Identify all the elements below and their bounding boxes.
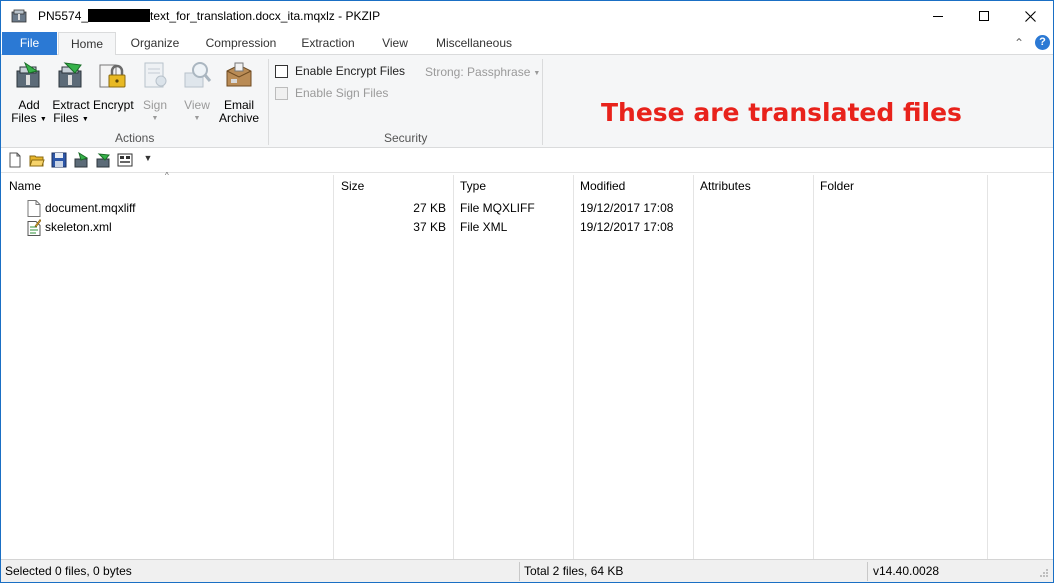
dropdown-arrow-icon: ▼	[39, 116, 47, 123]
ribbon-group-divider	[542, 59, 543, 145]
email-archive-button[interactable]: Email Archive	[217, 59, 261, 125]
title-suffix: text_for_translation.docx_ita.mqxlz - PK…	[150, 9, 381, 23]
extract-archive-icon[interactable]	[95, 152, 111, 168]
extract-files-label-line2: Files ▼	[51, 112, 91, 126]
file-modified: 19/12/2017 17:08	[580, 220, 674, 234]
email-archive-box-icon	[226, 62, 252, 87]
encrypt-lock-icon	[99, 64, 126, 88]
enable-encrypt-files-checkbox[interactable]: Enable Encrypt Files	[275, 64, 405, 78]
extract-files-button[interactable]: Extract Files ▼	[51, 59, 91, 126]
maximize-button[interactable]	[961, 1, 1007, 31]
enable-sign-files-checkbox[interactable]: Enable Sign Files	[275, 86, 388, 100]
extract-files-icon	[58, 62, 82, 88]
status-selected: Selected 0 files, 0 bytes	[5, 564, 132, 578]
tab-extraction[interactable]: Extraction	[293, 32, 363, 55]
ribbon-home-panel: Add Files ▼ Extract Files ▼ Encrypt Sign…	[1, 55, 1053, 148]
dropdown-arrow-icon: ▼	[193, 115, 201, 122]
dropdown-arrow-icon: ▼	[81, 116, 89, 123]
encrypt-button[interactable]: Encrypt	[93, 59, 134, 112]
sort-ascending-icon: ^	[165, 171, 169, 180]
properties-icon[interactable]	[117, 152, 133, 168]
annotation-text: These are translated files	[601, 98, 962, 127]
file-list-header: ^ Name Size Type Modified Attributes Fol…	[1, 171, 1053, 197]
pkzip-window: PN5574_ text_for_translation.docx_ita.mqx…	[0, 0, 1054, 583]
file-row[interactable]: skeleton.xml 37 KB File XML 19/12/2017 1…	[1, 218, 1053, 237]
file-type: File XML	[460, 220, 508, 234]
encryption-strength-dropdown[interactable]: Strong: Passphrase ▼	[425, 65, 540, 79]
status-divider	[519, 562, 520, 581]
title-bar: PN5574_ text_for_translation.docx_ita.mqx…	[1, 1, 1053, 32]
extract-files-label-text: Files	[53, 111, 79, 125]
minimize-button[interactable]	[915, 1, 961, 31]
file-type: File MQXLIFF	[460, 201, 535, 215]
sign-label: Sign	[142, 98, 168, 112]
file-name: skeleton.xml	[45, 220, 112, 234]
column-header-size[interactable]: Size	[333, 175, 364, 197]
tab-compression[interactable]: Compression	[197, 32, 285, 55]
status-divider	[867, 562, 868, 581]
add-files-label-line2: Files ▼	[9, 112, 49, 126]
close-icon	[1024, 10, 1036, 22]
tab-file[interactable]: File	[2, 32, 57, 55]
enable-sign-files-label: Enable Sign Files	[295, 86, 389, 100]
email-archive-label-line2: Archive	[218, 111, 259, 125]
column-header-type[interactable]: Type	[452, 175, 486, 197]
title-prefix: PN5574_	[38, 9, 89, 23]
file-size: 37 KB	[413, 220, 446, 234]
save-disk-icon[interactable]	[51, 152, 67, 168]
sign-button[interactable]: Sign ▼	[135, 59, 175, 125]
add-files-button[interactable]: Add Files ▼	[9, 59, 49, 126]
xml-document-icon	[27, 219, 41, 236]
file-row[interactable]: document.mqxliff 27 KB File MQXLIFF 19/1…	[1, 199, 1053, 218]
status-version: v14.40.0028	[873, 564, 940, 578]
column-header-folder[interactable]: Folder	[812, 175, 854, 197]
file-name: document.mqxliff	[45, 201, 136, 215]
window-title: PN5574_ text_for_translation.docx_ita.mqx…	[38, 9, 380, 23]
minimize-icon	[933, 15, 943, 17]
redaction-box	[88, 9, 151, 22]
file-size: 27 KB	[413, 201, 446, 215]
enable-encrypt-files-label: Enable Encrypt Files	[295, 64, 406, 78]
add-files-label-text: Files	[11, 111, 37, 125]
view-label: View	[184, 98, 210, 112]
quick-access-toolbar: ▼	[1, 148, 1053, 173]
status-bar: Selected 0 files, 0 bytes Total 2 files,…	[1, 559, 1053, 582]
column-header-name[interactable]: Name	[1, 175, 41, 197]
checkbox-box[interactable]	[275, 86, 288, 100]
blank-document-icon	[27, 200, 41, 217]
collapse-ribbon-chevron-icon[interactable]: ⌃	[1014, 36, 1024, 50]
actions-group-label: Actions	[115, 131, 155, 145]
tab-view[interactable]: View	[374, 32, 416, 55]
add-to-archive-icon[interactable]	[73, 152, 89, 168]
add-files-icon	[16, 61, 40, 88]
checkbox-box[interactable]	[275, 64, 288, 78]
view-magnifier-icon	[184, 62, 212, 88]
resize-grip-icon[interactable]	[1039, 568, 1049, 578]
maximize-icon	[979, 11, 989, 21]
close-button[interactable]	[1007, 1, 1053, 31]
encryption-strength-value: Strong: Passphrase	[425, 65, 531, 79]
security-group-label: Security	[384, 131, 428, 145]
pkzip-app-icon	[11, 9, 27, 23]
view-button[interactable]: View ▼	[177, 59, 217, 125]
tab-organize[interactable]: Organize	[121, 32, 189, 55]
tab-home[interactable]: Home	[58, 32, 116, 56]
column-header-attributes[interactable]: Attributes	[692, 175, 751, 197]
new-document-icon[interactable]	[7, 152, 23, 168]
dropdown-arrow-icon: ▼	[533, 70, 541, 77]
tab-miscellaneous[interactable]: Miscellaneous	[429, 32, 519, 55]
customize-toolbar-chevron-icon[interactable]: ▼	[142, 153, 154, 169]
open-folder-icon[interactable]	[29, 152, 45, 168]
sign-certificate-icon	[144, 62, 167, 88]
ribbon-tab-bar: File Home Organize Compression Extractio…	[1, 32, 1053, 56]
ribbon-group-divider	[268, 59, 269, 145]
encrypt-label: Encrypt	[93, 98, 134, 112]
status-total: Total 2 files, 64 KB	[524, 564, 624, 578]
file-modified: 19/12/2017 17:08	[580, 201, 674, 215]
column-header-modified[interactable]: Modified	[572, 175, 625, 197]
dropdown-arrow-icon: ▼	[151, 115, 159, 122]
help-icon[interactable]: ?	[1035, 35, 1050, 50]
